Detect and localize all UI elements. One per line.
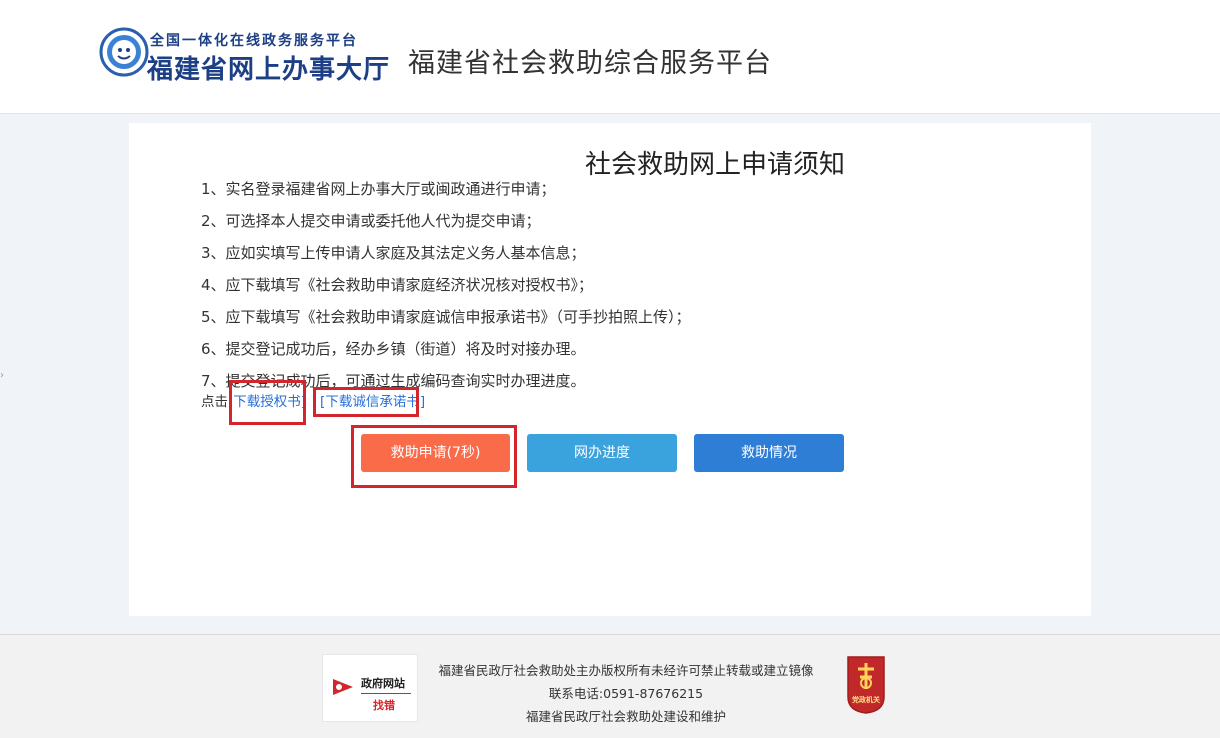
notice-list: 1、实名登录福建省网上办事大厅或闽政通进行申请； 2、可选择本人提交申请或委托他… [201,173,691,397]
emblem-label: 党政机关 [852,696,880,704]
gov-site-error-report-icon [333,679,353,695]
site-footer: 政府网站 找错 福建省民政厅社会救助处主办版权所有未经许可禁止转载或建立镜像 联… [0,634,1220,738]
brand-title[interactable]: 福建省网上办事大厅 [147,49,390,86]
notice-item: 5、应下载填写《社会救助申请家庭诚信申报承诺书》（可手抄拍照上传）； [201,308,691,326]
government-service-logo-icon[interactable] [99,27,149,77]
footer-copyright: 福建省民政厅社会救助处主办版权所有未经许可禁止转载或建立镜像 [438,663,814,678]
badge-action: 找错 [373,699,395,712]
download-prefix: 点击 [201,394,228,410]
chevron-right-icon: › [0,370,4,381]
notice-item: 1、实名登录福建省网上办事大厅或闽政通进行申请； [201,180,556,198]
badge-title: 政府网站 [361,677,405,690]
footer-phone: 联系电话:0591-87676215 [548,686,704,701]
download-pledge-link[interactable]: [下载诚信承诺书] [320,394,425,410]
notice-item: 3、应如实填写上传申请人家庭及其法定义务人基本信息； [201,244,586,262]
footer-info: 福建省民政厅社会救助处主办版权所有未经许可禁止转载或建立镜像 联系电话:0591… [426,659,826,728]
gov-site-error-report-badge[interactable]: 政府网站 找错 [322,654,418,722]
download-row: 点击[下载授权书] [下载诚信承诺书] [201,390,425,410]
download-authorization-link[interactable]: [下载授权书] [228,394,306,410]
site-header: 全国一体化在线政务服务平台 福建省网上办事大厅 福建省社会救助综合服务平台 [0,0,1220,114]
badge-divider [361,693,411,694]
party-government-emblem-badge[interactable]: 党政机关 [844,655,888,715]
footer-maintainer: 福建省民政厅社会救助处建设和维护 [525,709,726,724]
notice-item: 6、提交登记成功后，经办乡镇（街道）将及时对接办理。 [201,340,586,358]
progress-button[interactable]: 网办进度 [527,434,677,472]
status-button[interactable]: 救助情况 [694,434,844,472]
brand-subtitle: 全国一体化在线政务服务平台 [150,33,358,49]
notice-item: 2、可选择本人提交申请或委托他人代为提交申请； [201,212,541,230]
notice-item: 4、应下载填写《社会救助申请家庭经济状况核对授权书》； [201,276,594,294]
platform-name: 福建省社会救助综合服务平台 [408,48,772,79]
apply-button[interactable]: 救助申请(7秒) [361,434,510,472]
notice-panel: 社会救助网上申请须知 1、实名登录福建省网上办事大厅或闽政通进行申请； 2、可选… [129,123,1091,616]
party-government-emblem-icon [847,656,885,714]
